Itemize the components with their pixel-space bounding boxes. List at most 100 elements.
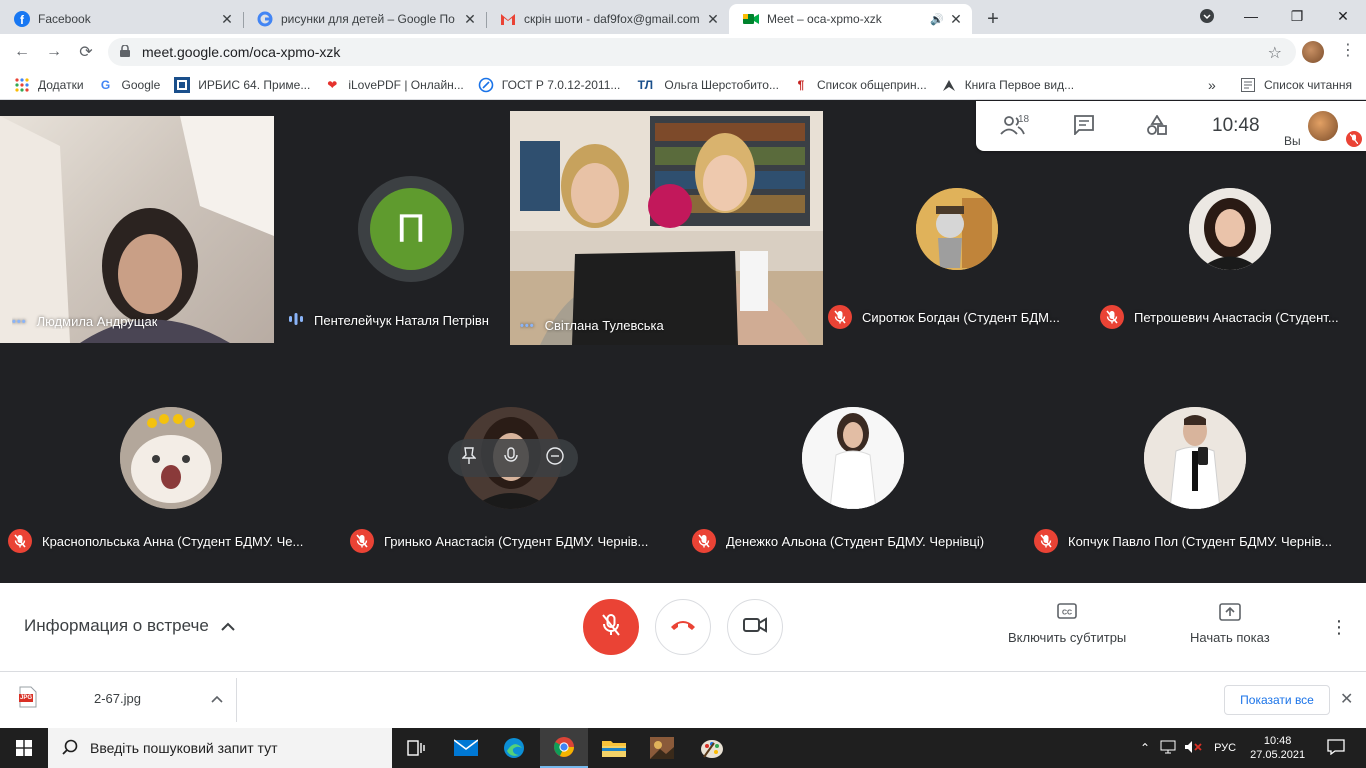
participant-name: ••• Світлана Тулевська <box>520 318 664 333</box>
chevron-up-icon[interactable] <box>211 691 223 706</box>
reading-list-button[interactable]: Список читання <box>1240 77 1352 93</box>
window-close-icon[interactable]: ✕ <box>1320 0 1366 32</box>
bookmark-label: Додатки <box>38 77 84 92</box>
minimize-icon[interactable]: — <box>1228 0 1274 32</box>
tab-facebook[interactable]: f Facebook ✕ <box>0 4 243 34</box>
browser-menu-icon[interactable]: ⋮ <box>1340 40 1356 60</box>
reload-icon[interactable]: ⟳ <box>70 36 102 68</box>
participant-tile[interactable]: Гринько Анастасія (Студент БДМУ. Чернів.… <box>342 357 680 567</box>
captions-label: Включить субтитры <box>1008 630 1127 645</box>
meeting-info-label: Информация о встрече <box>24 616 209 635</box>
bookmark-book[interactable]: Книга Первое вид... <box>941 77 1074 93</box>
mic-off-icon <box>602 613 620 642</box>
download-item[interactable]: JPG 2-67.jpg <box>18 686 223 711</box>
photo-viewer-icon[interactable] <box>638 728 686 768</box>
network-icon[interactable] <box>1160 740 1176 757</box>
bookmark-ilovepdf[interactable]: ❤ iLovePDF | Онлайн... <box>324 77 463 93</box>
bookmark-google[interactable]: G Google <box>98 77 160 93</box>
participant-tile[interactable]: ••• Людмила Андрущак <box>0 116 274 343</box>
chrome-browser-icon[interactable] <box>540 728 588 768</box>
new-tab-button[interactable]: + <box>978 4 1008 34</box>
bookmarks-more-chevron-icon[interactable]: » <box>1208 77 1216 93</box>
taskbar-search-box[interactable]: Введіть пошуковий запит тут <box>48 728 392 768</box>
paint-app-icon[interactable] <box>688 728 736 768</box>
meeting-clock: 10:48 <box>1212 115 1260 136</box>
task-view-icon[interactable] <box>392 728 440 768</box>
meet-icon <box>743 11 759 27</box>
tab-google-search[interactable]: рисунки для детей – Google По ✕ <box>243 4 486 34</box>
bookmark-label: ИРБИС 64. Приме... <box>198 77 311 92</box>
bookmark-gost[interactable]: ГОСТ Р 7.0.12-2011... <box>478 77 621 93</box>
tab-title: скрін шоти - daf9fox@gmail.com <box>524 12 700 26</box>
activities-icon[interactable] <box>1147 114 1167 140</box>
show-all-downloads-button[interactable]: Показати все <box>1224 685 1330 715</box>
paragraph-icon: ¶ <box>797 77 805 92</box>
captions-button[interactable]: CC Включить субтитры <box>1008 603 1126 645</box>
tab-search-icon[interactable] <box>1184 0 1230 32</box>
bookmark-list[interactable]: ¶ Список общеприн... <box>793 77 927 93</box>
avatar <box>120 407 222 509</box>
self-label: Вы <box>1284 134 1301 148</box>
bookmark-label: ГОСТ Р 7.0.12-2011... <box>501 77 621 92</box>
forward-arrow-icon[interactable]: → <box>38 36 70 68</box>
participant-tile[interactable]: П Пентелейчук Наталя Петрівн <box>282 116 508 343</box>
windows-start-icon[interactable] <box>0 728 48 768</box>
taskbar-clock[interactable]: 10:48 27.05.2021 <box>1250 734 1305 762</box>
close-icon[interactable]: ✕ <box>219 11 235 27</box>
book-icon <box>941 77 957 93</box>
mail-app-icon[interactable] <box>442 728 490 768</box>
bookmark-apps[interactable]: Додатки <box>14 77 84 93</box>
participant-tile[interactable]: ••• Світлана Тулевська <box>510 111 823 345</box>
volume-muted-icon[interactable] <box>1184 740 1202 757</box>
close-icon[interactable]: ✕ <box>705 11 721 27</box>
speaker-icon[interactable]: 🔊 <box>930 13 944 26</box>
edge-browser-icon[interactable] <box>490 728 538 768</box>
bookmark-olga[interactable]: ТЛ Ольга Шерстобито... <box>634 77 779 93</box>
speaking-indicator-icon: ••• <box>12 315 27 328</box>
close-icon[interactable]: ✕ <box>948 11 964 27</box>
file-explorer-icon[interactable] <box>590 728 638 768</box>
reading-list-icon <box>1240 77 1256 93</box>
mic-off-icon <box>1034 529 1058 553</box>
close-icon[interactable]: ✕ <box>462 11 478 27</box>
close-icon[interactable]: ✕ <box>1340 689 1353 709</box>
pin-icon[interactable] <box>461 446 477 470</box>
profile-avatar[interactable] <box>1302 41 1324 63</box>
tab-gmail[interactable]: скрін шоти - daf9fox@gmail.com ✕ <box>486 4 729 34</box>
mute-participant-icon[interactable] <box>504 446 518 470</box>
participant-tile[interactable]: Денежко Альона (Студент БДМУ. Чернівці) <box>684 357 1022 567</box>
present-now-button[interactable]: Начать показ <box>1190 603 1270 645</box>
address-bar[interactable]: meet.google.com/oca-xpmo-xzk ☆ <box>108 38 1296 66</box>
participant-name: Пентелейчук Наталя Петрівн <box>288 312 489 329</box>
remove-participant-icon[interactable] <box>546 446 564 470</box>
participant-name: Краснопольська Анна (Студент БДМУ. Че... <box>8 529 303 553</box>
bookmark-irbis[interactable]: ИРБИС 64. Приме... <box>174 76 311 93</box>
gmail-icon <box>500 11 516 27</box>
input-language[interactable]: РУС <box>1214 742 1236 754</box>
microphone-toggle-button[interactable] <box>583 599 639 655</box>
self-mic-off-icon <box>1346 131 1362 147</box>
chevron-up-icon[interactable]: ⌃ <box>1140 741 1150 755</box>
camera-toggle-button[interactable] <box>727 599 783 655</box>
meeting-info-button[interactable]: Информация о встрече <box>24 616 235 636</box>
search-icon <box>62 739 78 758</box>
participant-name-text: Краснопольська Анна (Студент БДМУ. Че... <box>42 533 304 549</box>
back-arrow-icon[interactable]: ← <box>6 36 38 68</box>
google-icon: G <box>100 77 111 92</box>
chevron-up-icon <box>221 616 235 636</box>
tab-meet[interactable]: Meet – oca-xpmo-xzk 🔊 ✕ <box>729 4 972 34</box>
chat-icon[interactable] <box>1074 115 1094 140</box>
svg-text:CC: CC <box>1062 610 1072 617</box>
more-options-icon[interactable]: ⋮ <box>1330 617 1348 638</box>
present-label: Начать показ <box>1190 630 1270 645</box>
notifications-icon[interactable] <box>1327 738 1345 758</box>
bookmark-star-icon[interactable]: ☆ <box>1268 43 1282 63</box>
participant-name: Денежко Альона (Студент БДМУ. Чернівці) <box>692 529 984 553</box>
participant-tile[interactable]: Копчук Павло Пол (Студент БДМУ. Чернів..… <box>1026 357 1366 567</box>
restore-icon[interactable]: ❐ <box>1274 0 1320 32</box>
participant-tile[interactable]: Краснопольська Анна (Студент БДМУ. Че... <box>0 357 336 567</box>
self-avatar[interactable] <box>1308 111 1338 141</box>
gost-icon <box>478 77 494 93</box>
leave-call-button[interactable] <box>655 599 711 655</box>
speaking-indicator-icon: ••• <box>520 319 535 332</box>
